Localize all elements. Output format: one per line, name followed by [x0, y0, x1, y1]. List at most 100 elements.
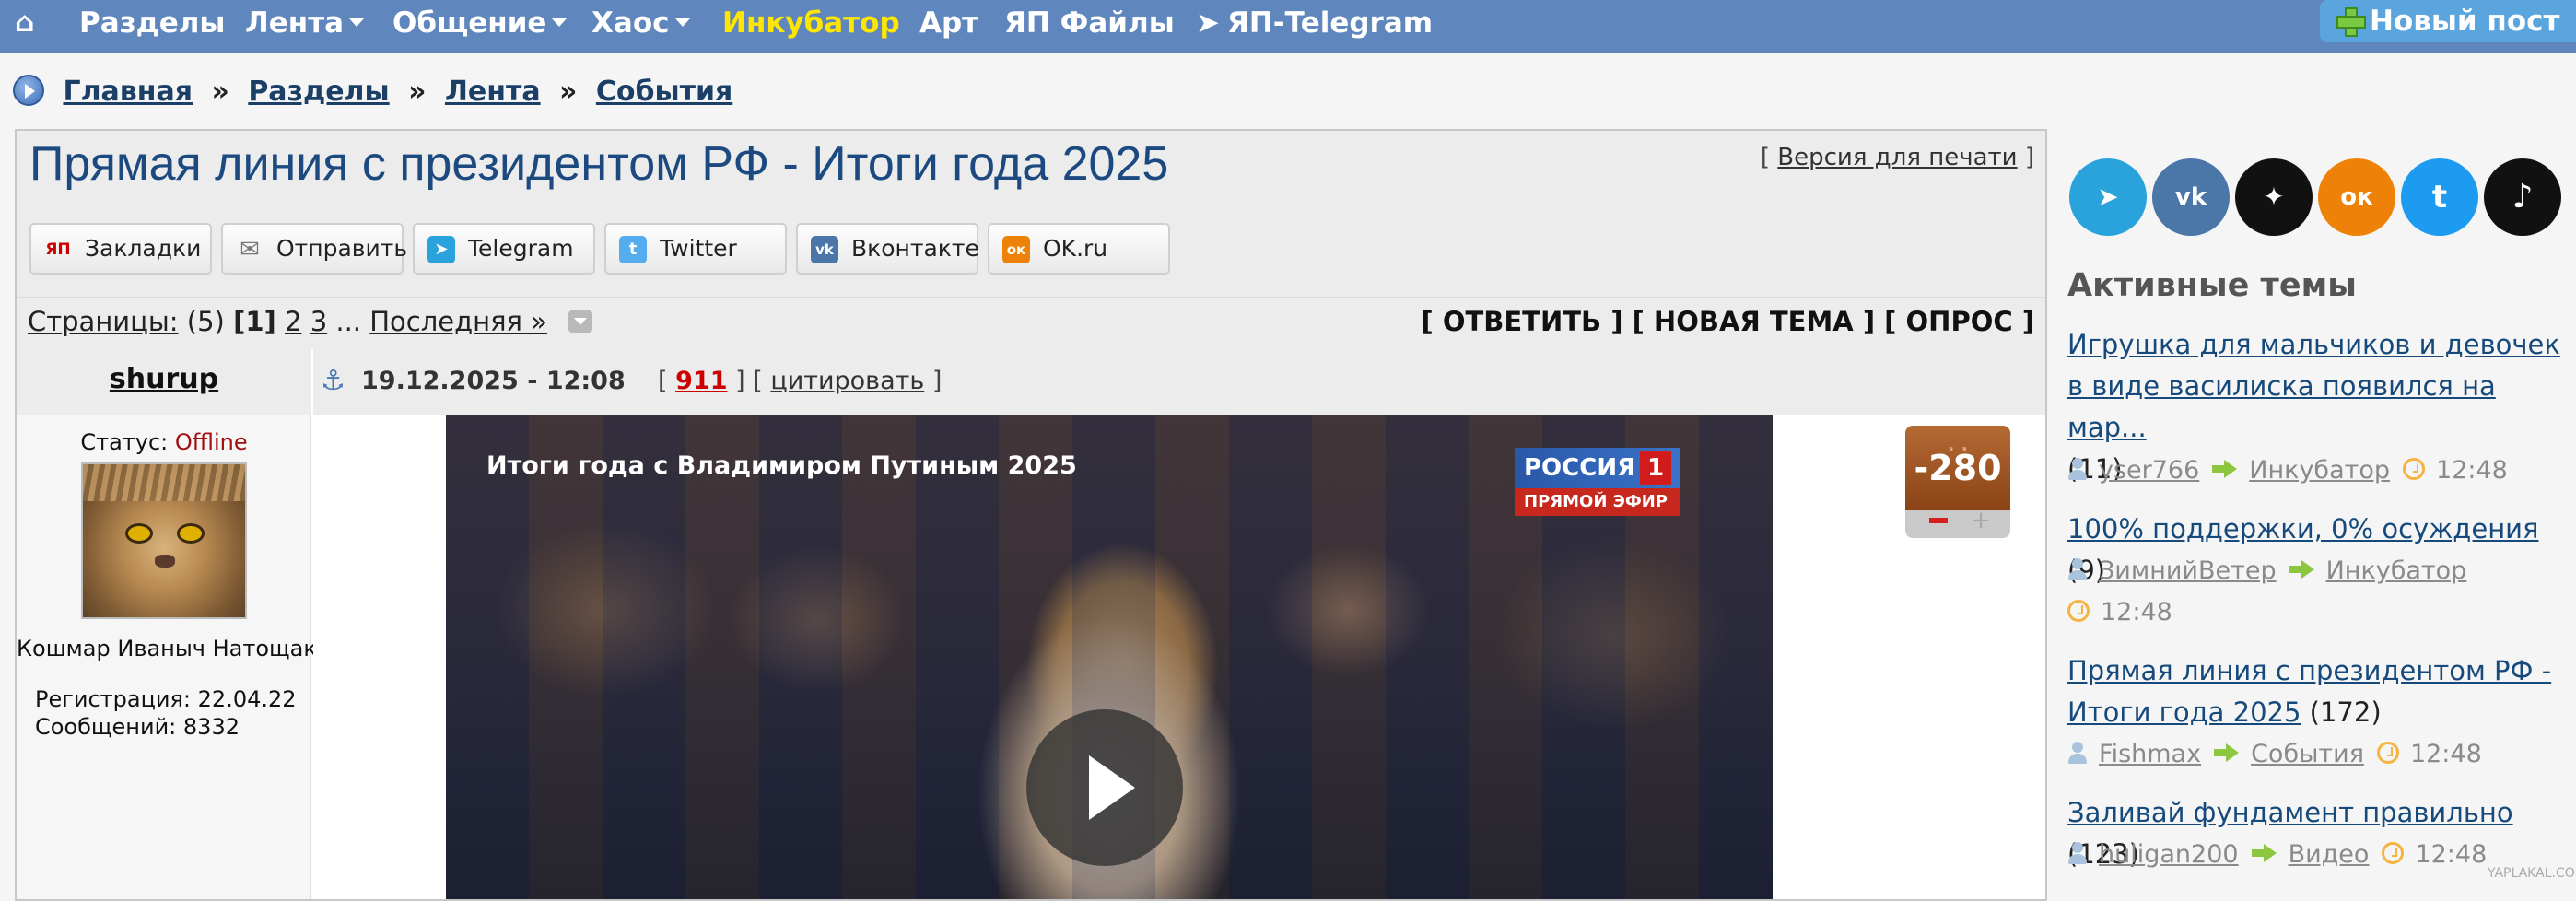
comments-count-link[interactable]: 911	[675, 367, 727, 395]
clock-icon	[2067, 599, 2090, 622]
status-value: Offline	[174, 429, 248, 455]
author-info: Регистрация: 22.04.22 Сообщений: 8332	[35, 685, 297, 741]
nav-item-yap-files[interactable]: ЯП Файлы	[1004, 0, 1175, 46]
topic-meta: 12:48	[2067, 591, 2565, 633]
topic-section[interactable]: Инкубатор	[2326, 556, 2467, 585]
share-vk-button[interactable]: vk Вконтакте	[796, 223, 979, 275]
new-post-button[interactable]: Новый пост	[2320, 0, 2576, 42]
topic-section[interactable]: Инкубатор	[2249, 456, 2390, 485]
breadcrumb-home[interactable]: Главная	[63, 76, 193, 108]
author-nickname: Кошмар Иваныч Натощак	[17, 636, 317, 661]
print-version-link[interactable]: Версия для печати	[1777, 144, 2017, 171]
share-send-button[interactable]: ✉ Отправить	[221, 223, 407, 275]
nav-item-khaos[interactable]: Хаос	[591, 0, 690, 46]
twitter-icon: t	[619, 236, 647, 263]
breadcrumb-lenta[interactable]: Лента	[445, 76, 541, 108]
topic-meta: yser766 Инкубатор 12:48	[2067, 450, 2565, 491]
arrow-right-icon	[2212, 459, 2238, 478]
user-icon	[2067, 457, 2088, 480]
topic-link[interactable]: 100% поддержки, 0% осуждения	[2067, 513, 2538, 544]
reply-button[interactable]: ОТВЕТИТЬ	[1443, 306, 1601, 337]
topic-user[interactable]: huligan200	[2099, 840, 2239, 869]
post-meta: [ 911 ] [ цитировать ]	[658, 367, 943, 395]
telegram-icon[interactable]: ➤	[2069, 158, 2147, 236]
nav-item-label: ЯП Файлы	[1004, 6, 1175, 40]
breadcrumb-sobytiya[interactable]: События	[596, 76, 732, 108]
avatar-nose	[155, 555, 175, 568]
nav-item-razdely[interactable]: Разделы	[79, 0, 225, 46]
avatar[interactable]	[81, 462, 247, 619]
share-telegram-button[interactable]: ➤ Telegram	[413, 223, 595, 275]
page-link-2[interactable]: 2	[285, 306, 301, 337]
nav-item-label: ЯП-Telegram	[1226, 6, 1434, 40]
vk-icon[interactable]: vk	[2152, 158, 2230, 236]
nav-item-label: Арт	[919, 6, 979, 40]
topic-user[interactable]: Fishmax	[2099, 740, 2201, 768]
topic-time: 12:48	[2415, 840, 2488, 869]
plus-icon	[2336, 6, 2366, 37]
vote-up-icon[interactable]: +	[1970, 509, 1992, 532]
video-player[interactable]: Итоги года с Владимиром Путиным 2025 РОС…	[446, 415, 1773, 899]
vote-down-icon[interactable]	[1929, 518, 1948, 523]
play-circle-icon	[13, 74, 44, 106]
topic-section[interactable]: Видео	[2289, 840, 2370, 869]
breadcrumb-razdely[interactable]: Разделы	[248, 76, 389, 108]
twitter-icon[interactable]: t	[2401, 158, 2478, 236]
page-link-3[interactable]: 3	[310, 306, 327, 337]
last-page-link[interactable]: Последняя »	[369, 306, 547, 337]
nav-item-inkubator[interactable]: Инкубатор	[722, 0, 900, 46]
share-label: Закладки	[85, 235, 202, 262]
pages-count: (5)	[186, 306, 225, 337]
avatar-fur	[83, 464, 245, 501]
topic-meta: ЗимнийВетер Инкубатор	[2067, 550, 2565, 591]
dzen-icon[interactable]: ✦	[2235, 158, 2313, 236]
print-version: [ Версия для печати ]	[1760, 144, 2034, 171]
poll-button[interactable]: ОПРОС	[1906, 306, 2013, 337]
topic-user[interactable]: yser766	[2099, 456, 2199, 485]
nav-item-label: Инкубатор	[722, 6, 900, 40]
pages-label[interactable]: Страницы:	[28, 306, 179, 337]
new-topic-button[interactable]: НОВАЯ ТЕМА	[1654, 306, 1854, 337]
share-twitter-button[interactable]: t Twitter	[604, 223, 787, 275]
telegram-icon: ➤	[1196, 6, 1220, 40]
user-icon	[2067, 741, 2088, 764]
clock-icon	[2382, 841, 2405, 864]
share-bookmarks-button[interactable]: ЯП Закладки	[29, 223, 212, 275]
quote-link[interactable]: цитировать	[770, 367, 924, 395]
avatar-eye	[177, 523, 205, 544]
post-actions: [ ОТВЕТИТЬ ] [ НОВАЯ ТЕМА ] [ ОПРОС ]	[1421, 306, 2034, 337]
topic-time: 12:48	[2409, 740, 2482, 768]
topic-time: 12:48	[2436, 456, 2508, 485]
topic-link[interactable]: Заливай фундамент правильно	[2067, 797, 2513, 828]
topic-user[interactable]: ЗимнийВетер	[2099, 556, 2277, 585]
rating-value: -280	[1905, 402, 2010, 510]
tiktok-icon[interactable]: ♪	[2484, 158, 2561, 236]
topic-time: 12:48	[2101, 598, 2172, 626]
breadcrumb-separator: »	[211, 76, 229, 108]
post-body: Итоги года с Владимиром Путиным 2025 РОС…	[313, 402, 2045, 899]
post-header: ⚓ 19.12.2025 - 12:08 [ 911 ] [ цитироват…	[313, 348, 2045, 415]
share-bar: ЯП Закладки ✉ Отправить ➤ Telegram t Twi…	[17, 210, 2045, 297]
arrow-right-icon	[2251, 843, 2277, 862]
ok-icon[interactable]: ок	[2318, 158, 2395, 236]
share-ok-button[interactable]: ок OK.ru	[988, 223, 1170, 275]
share-label: Вконтакте	[851, 235, 979, 262]
pager-bar: Страницы: (5) [1] 2 3 ... Последняя » [ …	[17, 297, 2045, 348]
page-dropdown-icon[interactable]	[568, 310, 593, 333]
anchor-icon[interactable]: ⚓	[321, 365, 345, 397]
clock-icon	[2403, 457, 2426, 480]
share-label: Telegram	[468, 235, 574, 262]
nav-item-art[interactable]: Арт	[919, 0, 978, 46]
breadcrumb: Главная » Разделы » Лента » События	[13, 74, 732, 111]
author-name[interactable]: shurup	[17, 363, 311, 395]
play-icon[interactable]	[1026, 709, 1183, 866]
post-title-bar: Прямая линия с президентом РФ - Итоги го…	[17, 131, 2045, 210]
sidebar: ➤ vk ✦ ок t ♪ Активные темы Игрушка для …	[2067, 147, 2576, 901]
vk-icon: vk	[811, 236, 838, 263]
topic-section[interactable]: События	[2251, 740, 2364, 768]
topic-link[interactable]: Игрушка для мальчиков и девочек в виде в…	[2067, 329, 2560, 443]
nav-item-yap-telegram[interactable]: ➤ ЯП-Telegram	[1196, 0, 1433, 46]
nav-item-lenta[interactable]: Лента	[245, 0, 365, 46]
home-icon[interactable]: ⌂	[15, 0, 34, 46]
nav-item-obshchenie[interactable]: Общение	[392, 0, 568, 46]
